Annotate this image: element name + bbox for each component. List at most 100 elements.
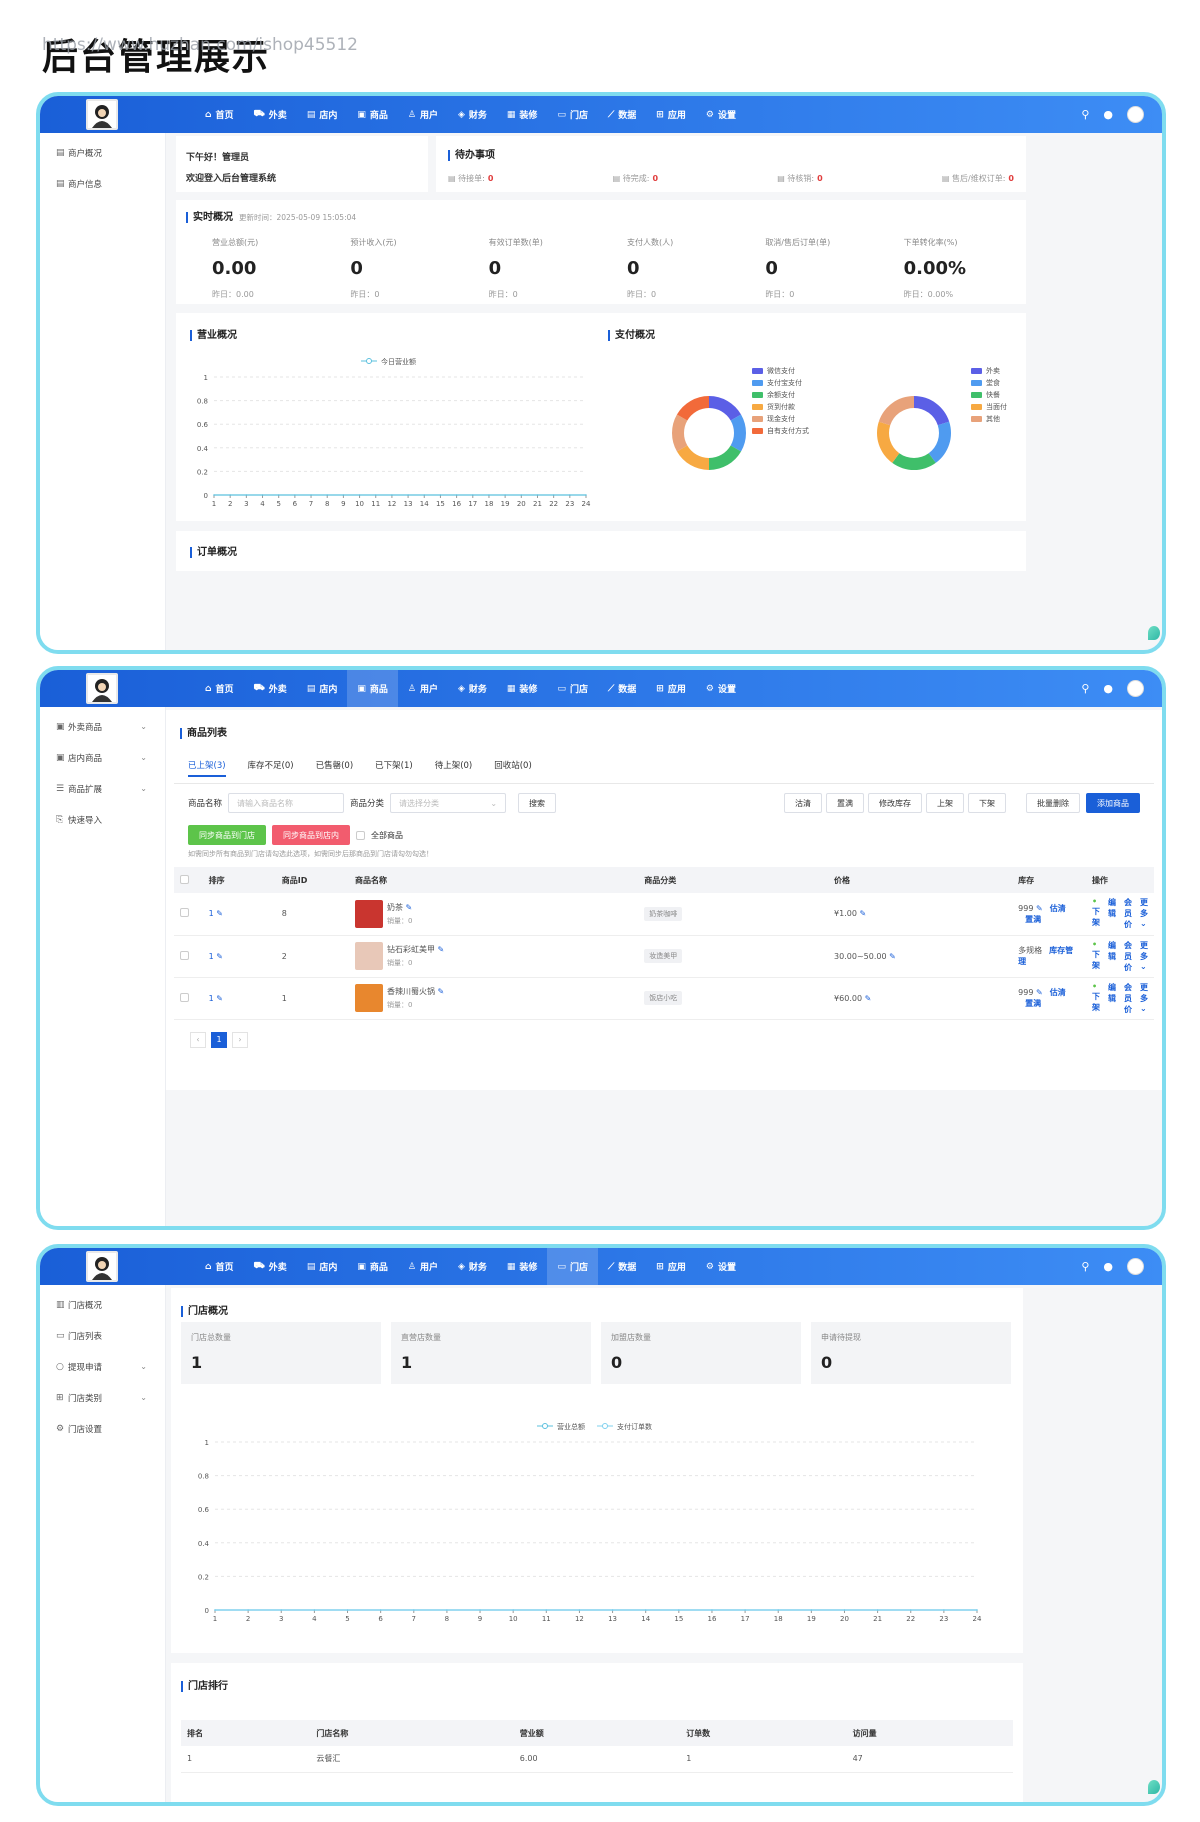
nav-item[interactable]: ▣ 商品	[347, 670, 398, 707]
edit-icon[interactable]: ✎	[857, 909, 866, 918]
nav-item[interactable]: ▦ 装修	[497, 670, 548, 707]
row-action-link[interactable]: • 下架	[1092, 982, 1100, 1015]
goods-name-input[interactable]: 请输入商品名称	[228, 793, 345, 813]
todo-item[interactable]: ▤ 售后/维权订单: 0	[942, 173, 1014, 184]
bell-icon[interactable]: ●	[1103, 682, 1113, 695]
edit-icon[interactable]: ✎	[435, 987, 445, 996]
row-action-link[interactable]: 会员价	[1124, 940, 1132, 973]
nav-item[interactable]: ⌂ 首页	[195, 1248, 243, 1285]
todo-item[interactable]: ▤ 待核销: 0	[777, 173, 822, 184]
sidebar-item[interactable]: ▭ 门店列表	[40, 1320, 165, 1351]
sidebar-item[interactable]: ▣ 外卖商品 ⌄	[40, 711, 165, 742]
logo[interactable]	[86, 1251, 118, 1282]
todo-item[interactable]: ▤ 待接单: 0	[448, 173, 493, 184]
avatar[interactable]	[1127, 106, 1144, 123]
sidebar-item[interactable]: ☰ 商品扩展 ⌄	[40, 773, 165, 804]
chat-bubble-icon[interactable]	[1148, 1780, 1160, 1794]
logo[interactable]	[86, 673, 118, 704]
nav-item[interactable]: ▭ 门店	[547, 670, 598, 707]
avatar[interactable]	[1127, 680, 1144, 697]
edit-icon[interactable]: ✎	[214, 994, 223, 1003]
tab[interactable]: 回收站(0)	[494, 759, 532, 777]
nav-item[interactable]: ▤ 店内	[297, 1248, 348, 1285]
edit-icon[interactable]: ✎	[214, 909, 223, 918]
nav-item[interactable]: ▣ 商品	[347, 96, 398, 133]
edit-icon[interactable]: ✎	[887, 952, 896, 961]
page-1-button[interactable]: 1	[211, 1031, 227, 1048]
edit-icon[interactable]: ✎	[1033, 988, 1043, 997]
nav-item[interactable]: ▭ 门店	[547, 1248, 598, 1285]
stock-action-link[interactable]: 置满	[1025, 999, 1041, 1008]
search-icon[interactable]: ⚲	[1081, 682, 1089, 695]
nav-item[interactable]: ⛟ 外卖	[243, 1248, 296, 1285]
table-row[interactable]: 1 云餐汇 6.00 1 47	[181, 1746, 1013, 1773]
sidebar-item[interactable]: ⊞ 门店类别 ⌄	[40, 1382, 165, 1413]
row-action-link[interactable]: 编辑	[1108, 982, 1116, 1015]
stock-action-link[interactable]: 置满	[1025, 915, 1041, 924]
nav-item[interactable]: ⚙ 设置	[696, 670, 746, 707]
table-row[interactable]: 1 ✎ 1 香辣川蜀火锅 ✎ 销量：0 饭店小吃 ¥60.00 ✎ 999 ✎ 估清置满 • 下…	[174, 977, 1154, 1020]
nav-item[interactable]: ♙ 用户	[398, 96, 448, 133]
nav-item[interactable]: ⟋ 数据	[598, 1248, 646, 1285]
tab[interactable]: 库存不足(0)	[248, 759, 294, 777]
nav-item[interactable]: ⟋ 数据	[598, 96, 646, 133]
add-goods-button[interactable]: 添加商品	[1086, 793, 1140, 813]
legend-item[interactable]: 支付宝支付	[752, 377, 809, 389]
nav-item[interactable]: ♙ 用户	[398, 1248, 448, 1285]
sidebar-item[interactable]: ▣ 店内商品 ⌄	[40, 742, 165, 773]
legend-item[interactable]: 货到付款	[752, 401, 809, 413]
row-action-link[interactable]: 更多 ⌄	[1140, 982, 1148, 1015]
nav-item[interactable]: ♙ 用户	[398, 670, 448, 707]
bell-icon[interactable]: ●	[1103, 1260, 1113, 1273]
tab[interactable]: 已上架(3)	[188, 759, 226, 777]
sidebar-item[interactable]: ▥ 门店概况	[40, 1289, 165, 1320]
legend-item[interactable]: 微信支付	[752, 365, 809, 377]
edit-icon[interactable]: ✎	[403, 903, 413, 912]
bulk-action-button[interactable]: 沽清	[784, 793, 822, 813]
bulk-action-button[interactable]: 置满	[826, 793, 864, 813]
nav-item[interactable]: ⊞ 应用	[646, 96, 696, 133]
todo-item[interactable]: ▤ 待完成: 0	[613, 173, 658, 184]
edit-icon[interactable]: ✎	[1033, 904, 1043, 913]
legend-item[interactable]: 其他	[971, 413, 1007, 425]
category-select[interactable]: 请选择分类 ⌄	[390, 793, 507, 813]
avatar[interactable]	[1127, 1258, 1144, 1275]
sidebar-item-merchant-overview[interactable]: ▤ 商户概况	[40, 137, 165, 168]
tab[interactable]: 已下架(1)	[375, 759, 413, 777]
sync-to-store-button[interactable]: 同步商品到门店	[188, 825, 266, 845]
nav-item[interactable]: ▤ 店内	[297, 670, 348, 707]
bulk-action-button[interactable]: 上架	[926, 793, 964, 813]
row-checkbox[interactable]	[180, 908, 189, 918]
legend-item[interactable]: 余额支付	[752, 389, 809, 401]
nav-item[interactable]: ▦ 装修	[497, 1248, 548, 1285]
prev-page-button[interactable]: ‹	[190, 1031, 206, 1048]
nav-item[interactable]: ⚙ 设置	[696, 96, 746, 133]
nav-item[interactable]: ⊞ 应用	[646, 670, 696, 707]
row-checkbox[interactable]	[180, 992, 189, 1002]
sidebar-item[interactable]: ○ 提现申请 ⌄	[40, 1351, 165, 1382]
tab[interactable]: 待上架(0)	[435, 759, 473, 777]
bulk-action-button[interactable]: 下架	[968, 793, 1006, 813]
stock-action-link[interactable]: 估清	[1050, 904, 1066, 913]
table-row[interactable]: 1 ✎ 2 钻石彩虹美甲 ✎ 销量：0 妆造美甲 30.00~50.00 ✎ 多规格 库存管理…	[174, 935, 1154, 978]
row-action-link[interactable]: 编辑	[1108, 897, 1116, 930]
legend-item[interactable]: 自有支付方式	[752, 425, 809, 437]
bulk-action-button[interactable]: 修改库存	[868, 793, 922, 813]
logo[interactable]	[86, 99, 118, 130]
row-action-link[interactable]: 会员价	[1124, 982, 1132, 1015]
search-button[interactable]: 搜索	[518, 793, 557, 813]
edit-icon[interactable]: ✎	[214, 952, 223, 961]
nav-item[interactable]: ▣ 商品	[347, 1248, 398, 1285]
table-row[interactable]: 1 ✎ 8 奶茶 ✎ 销量：0 奶茶咖啡 ¥1.00 ✎ 999 ✎ 估清置满 • 下架 编辑 会员…	[174, 893, 1154, 936]
nav-item[interactable]: ⌂ 首页	[195, 670, 243, 707]
row-action-link[interactable]: • 下架	[1092, 897, 1100, 930]
edit-icon[interactable]: ✎	[862, 994, 872, 1003]
nav-item[interactable]: ▦ 装修	[497, 96, 548, 133]
legend-item[interactable]: 堂食	[971, 377, 1007, 389]
tab[interactable]: 已售罄(0)	[316, 759, 354, 777]
row-action-link[interactable]: • 下架	[1092, 940, 1100, 973]
nav-item[interactable]: ▭ 门店	[547, 96, 598, 133]
batch-delete-button[interactable]: 批量删除	[1026, 793, 1080, 813]
bell-icon[interactable]: ●	[1103, 108, 1113, 121]
row-checkbox[interactable]	[180, 950, 189, 960]
